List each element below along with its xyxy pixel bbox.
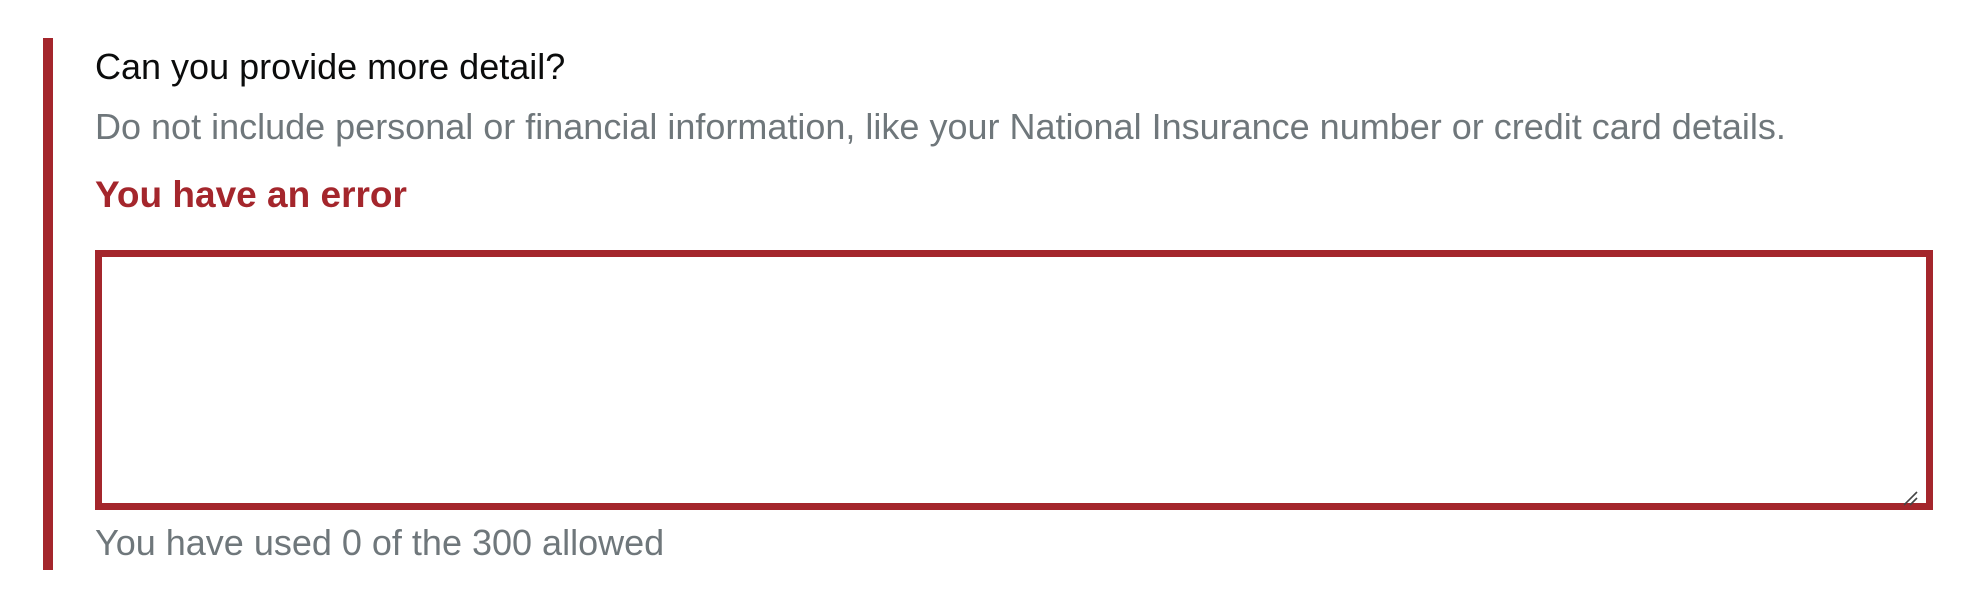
textarea-container — [95, 250, 1933, 510]
error-message: You have an error — [95, 174, 407, 215]
hint-text: Do not include personal or financial inf… — [95, 106, 1786, 147]
character-counter: You have used 0 of the 300 allowed — [95, 522, 665, 563]
detail-form-group-error: Can you provide more detail? Do not incl… — [43, 38, 1933, 570]
resize-grip-icon[interactable] — [1900, 477, 1918, 506]
question-label: Can you provide more detail? — [95, 46, 566, 87]
detail-textarea[interactable] — [112, 267, 1916, 493]
